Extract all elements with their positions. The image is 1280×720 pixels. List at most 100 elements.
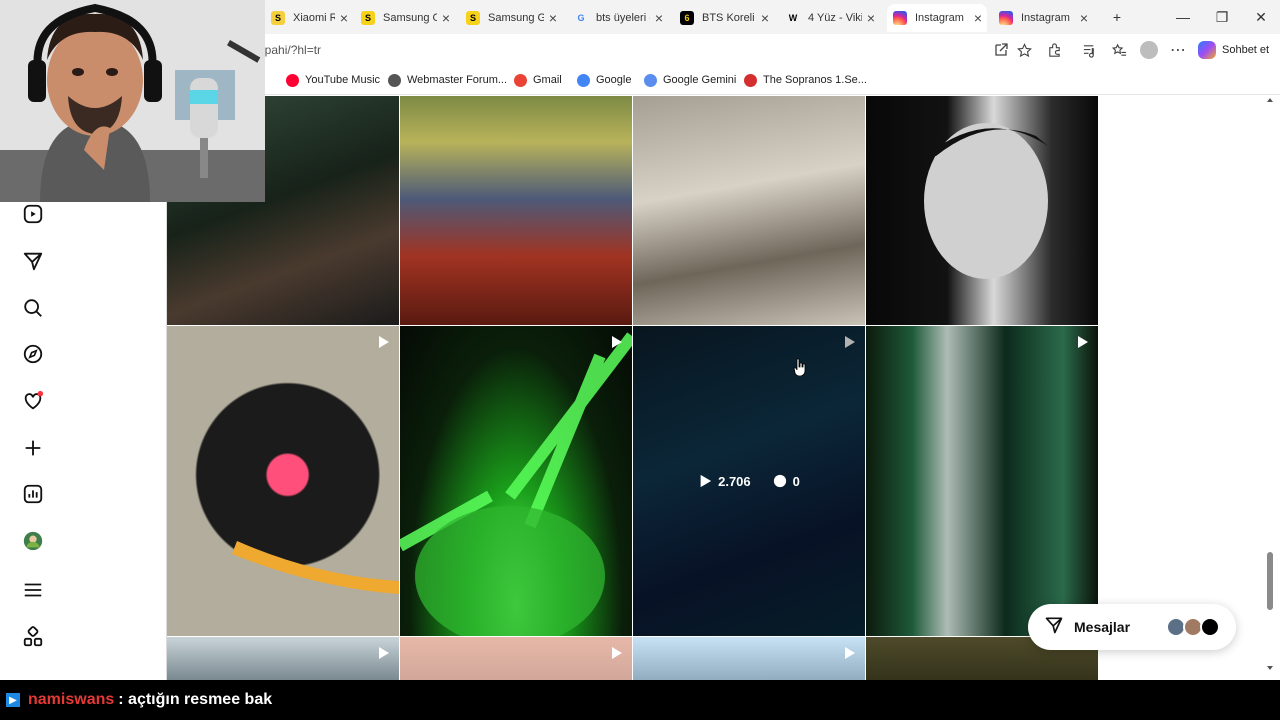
reel-play-icon — [841, 645, 857, 661]
reel-play-icon — [1074, 334, 1090, 350]
bookmark-item[interactable]: YouTube Music — [286, 72, 380, 88]
copilot-icon — [1198, 41, 1216, 59]
copilot-button[interactable]: Sohbet et — [1198, 38, 1269, 62]
browser-tab[interactable]: S Samsung Gal× — [355, 4, 455, 32]
bookmark-label: Webmaster Forum... — [407, 74, 508, 86]
profile-avatar[interactable] — [22, 530, 44, 552]
collections-icon[interactable] — [1110, 41, 1128, 59]
url-text[interactable]: ipahi/?hl=tr — [262, 43, 321, 57]
tab-title: Instagram — [915, 12, 964, 24]
bts-6-icon: 6 — [680, 11, 694, 25]
browser-tab[interactable]: S Xiaomi Redm× — [265, 4, 353, 32]
browser-tab[interactable]: 6 BTS Koreli mu× — [674, 4, 774, 32]
plays-icon — [700, 474, 712, 488]
profile-post-grid: 2.706 0 — [167, 96, 1099, 680]
close-tab-icon[interactable]: × — [756, 10, 774, 26]
stream-chat-line: ▶ namiswans : açtığın resmee bak — [0, 680, 1280, 720]
bookmark-label: Google Gemini — [663, 74, 737, 86]
bookmark-label: Gmail — [533, 74, 562, 86]
tab-title: BTS Koreli mu — [702, 12, 756, 24]
instagram-icon — [999, 11, 1013, 25]
dashboard-icon[interactable] — [22, 483, 44, 505]
menu-icon[interactable] — [22, 579, 44, 601]
samsung-s-icon: S — [466, 11, 480, 25]
notifications-icon[interactable] — [22, 390, 44, 412]
bookmark-favicon-icon — [388, 73, 401, 87]
grid-post-tile[interactable] — [167, 637, 399, 680]
bookmark-item[interactable]: Webmaster Forum... — [388, 72, 507, 88]
browser-tab[interactable]: Gbts üyeleri - G× — [568, 4, 668, 32]
create-icon[interactable] — [22, 437, 44, 459]
comment-count: 0 — [792, 473, 800, 489]
favorite-star-icon[interactable] — [1015, 41, 1033, 59]
xiaomi-icon: S — [271, 11, 285, 25]
close-window-icon[interactable]: ✕ — [1246, 6, 1276, 28]
explore-icon[interactable] — [22, 343, 44, 365]
browser-tab[interactable]: W 4 Yüz - Vikipe× — [780, 4, 880, 32]
media-icon[interactable] — [1080, 41, 1098, 59]
bookmark-label: YouTube Music — [305, 74, 381, 86]
grid-post-tile[interactable] — [866, 96, 1098, 325]
samsung-s-icon: S — [361, 11, 375, 25]
page-scrollbar[interactable] — [1265, 96, 1275, 674]
browser-tab[interactable]: Instagram × — [993, 4, 1093, 32]
bookmark-favicon-icon — [744, 73, 757, 87]
grid-post-tile[interactable] — [633, 637, 865, 680]
reel-play-icon — [608, 645, 624, 661]
restore-icon[interactable]: ❐ — [1207, 6, 1237, 28]
messages-send-icon — [1044, 615, 1064, 640]
extensions-icon[interactable] — [1045, 41, 1063, 59]
bookmark-label: Google — [596, 74, 632, 86]
google-icon: G — [577, 13, 585, 23]
open-in-app-icon[interactable] — [992, 41, 1010, 59]
bookmark-item[interactable]: Google Gemini — [644, 72, 736, 88]
close-tab-icon[interactable]: × — [650, 10, 668, 26]
messages-button[interactable]: Mesajlar — [1028, 604, 1236, 650]
grid-post-tile[interactable] — [400, 326, 632, 636]
tab-title: Samsung Gal — [383, 12, 437, 24]
minimize-icon[interactable]: — — [1168, 6, 1198, 28]
reels-icon[interactable] — [22, 203, 44, 225]
browser-tab[interactable]: Instagram × — [887, 4, 987, 32]
browser-tab[interactable]: S Samsung Gal× — [460, 4, 562, 32]
post-hover-stats: 2.706 0 — [633, 326, 865, 636]
close-tab-icon[interactable]: × — [437, 10, 455, 26]
tab-title: bts üyeleri - G — [596, 12, 650, 24]
new-tab-button[interactable]: + — [1102, 6, 1132, 28]
tab-title: Xiaomi Redm — [293, 12, 335, 24]
reel-play-icon — [375, 334, 391, 350]
tab-title: 4 Yüz - Vikipe — [808, 12, 862, 24]
tab-title: Instagram — [1021, 12, 1070, 24]
grid-post-tile[interactable] — [167, 326, 399, 636]
grid-post-tile[interactable] — [400, 637, 632, 680]
bookmark-favicon-icon — [286, 73, 299, 87]
more-icon[interactable] — [22, 626, 44, 648]
comment-icon — [773, 474, 786, 488]
messages-icon[interactable] — [22, 250, 44, 272]
more-options-icon[interactable]: ⋯ — [1169, 41, 1187, 59]
bookmark-item[interactable]: Gmail — [514, 72, 562, 88]
bookmark-item[interactable]: Google — [577, 72, 631, 88]
grid-post-tile[interactable] — [400, 96, 632, 325]
close-tab-icon[interactable]: × — [969, 10, 987, 26]
grid-post-tile[interactable]: 2.706 0 — [633, 326, 865, 636]
grid-post-tile[interactable] — [866, 326, 1098, 636]
streamer-webcam — [0, 0, 265, 202]
close-tab-icon[interactable]: × — [862, 10, 880, 26]
right-whitespace — [1099, 96, 1280, 680]
bookmark-favicon-icon — [514, 73, 527, 87]
bookmark-favicon-icon — [644, 73, 657, 87]
wikipedia-w-icon: W — [788, 13, 798, 23]
play-count: 2.706 — [718, 473, 751, 489]
search-icon[interactable] — [22, 297, 44, 319]
chat-message: : açtığın resmee bak — [118, 691, 273, 708]
close-tab-icon[interactable]: × — [1075, 10, 1093, 26]
reel-play-icon — [375, 645, 391, 661]
browser-profile-avatar[interactable] — [1140, 41, 1158, 59]
chat-username: namiswans — [28, 691, 115, 708]
bookmark-item[interactable]: The Sopranos 1.Se... — [744, 72, 867, 88]
close-tab-icon[interactable]: × — [335, 10, 353, 26]
contact-avatar — [1200, 617, 1220, 637]
close-tab-icon[interactable]: × — [544, 10, 562, 26]
grid-post-tile[interactable] — [633, 96, 865, 325]
